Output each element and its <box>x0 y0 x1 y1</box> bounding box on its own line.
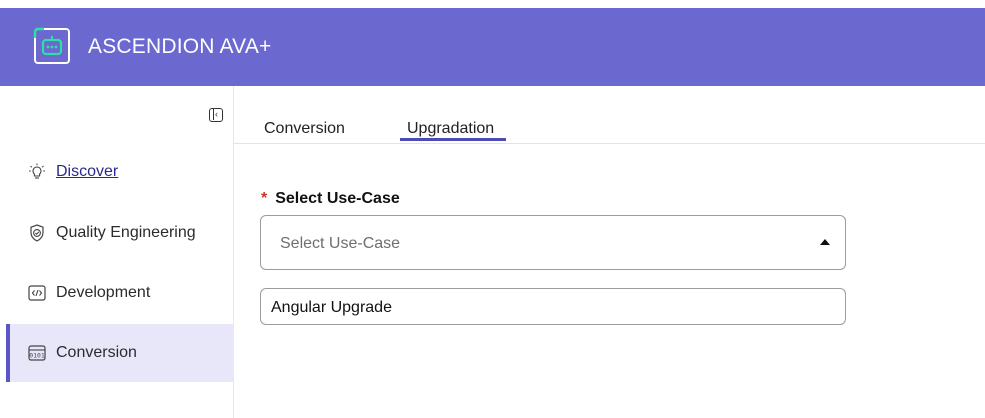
required-mark: * <box>261 190 268 207</box>
sidebar-item-label: Quality Engineering <box>56 224 196 241</box>
use-case-label: * Select Use-Case <box>261 190 400 208</box>
code-icon <box>28 285 46 301</box>
svg-text:0101: 0101 <box>29 352 45 360</box>
use-case-select-placeholder: Select Use-Case <box>280 235 401 252</box>
sidebar: ‹ Discover Quality Engineering Developme… <box>0 86 234 418</box>
use-case-select[interactable]: Select Use-Case <box>260 215 846 270</box>
sidebar-item-label: Discover <box>56 163 119 180</box>
tab-conversion[interactable]: Conversion <box>264 120 345 138</box>
use-case-label-text: Select Use-Case <box>275 190 400 207</box>
sidebar-item-quality-engineering[interactable]: Quality Engineering <box>6 204 234 262</box>
tab-upgradation[interactable]: Upgradation <box>407 120 494 138</box>
shield-check-icon <box>30 224 44 242</box>
robot-logo-icon <box>33 27 70 64</box>
app-header: ASCENDION AVA+ <box>0 8 985 86</box>
sidebar-item-label: Conversion <box>56 344 137 361</box>
sidebar-collapse-icon[interactable]: ‹ <box>209 108 223 122</box>
option-label: Angular Upgrade <box>271 299 392 316</box>
sidebar-item-label: Development <box>56 284 151 301</box>
active-tab-indicator <box>400 138 506 141</box>
binary-icon: 0101 <box>28 345 46 361</box>
sidebar-item-conversion[interactable]: 0101 Conversion <box>6 324 234 382</box>
app-title: ASCENDION AVA+ <box>88 35 272 58</box>
caret-up-icon[interactable] <box>820 239 830 245</box>
tab-bar: Conversion Upgradation <box>234 86 985 144</box>
sidebar-item-discover[interactable]: Discover <box>6 143 234 201</box>
use-case-option-angular-upgrade[interactable]: Angular Upgrade <box>260 288 846 325</box>
lightbulb-icon <box>29 163 45 179</box>
sidebar-item-development[interactable]: Development <box>6 264 234 322</box>
